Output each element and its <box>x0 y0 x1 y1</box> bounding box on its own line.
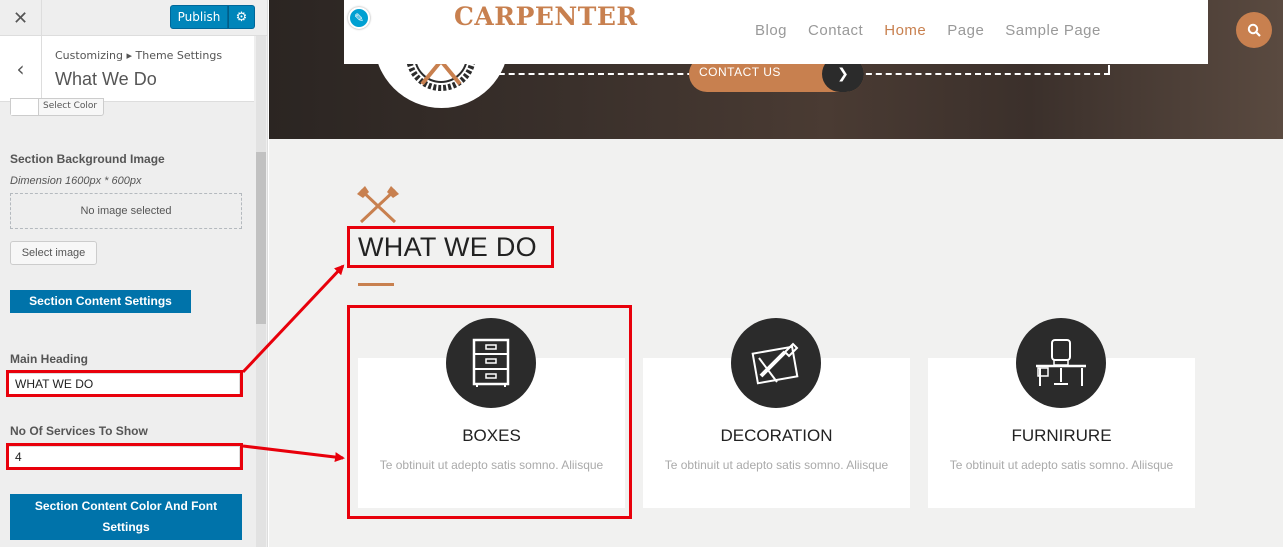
services-count-input[interactable] <box>8 446 240 468</box>
content-settings-button[interactable]: Section Content Settings <box>10 290 191 313</box>
heading-underline <box>358 283 394 286</box>
site-logo-text[interactable]: CARPENTER <box>454 2 638 31</box>
bg-image-dimension: Dimension 1600px * 600px <box>10 175 142 187</box>
nav-item-contact[interactable]: Contact <box>808 22 863 39</box>
main-heading-label: Main Heading <box>10 352 89 366</box>
panel-header: ‹ Customizing ▸ Theme Settings What We D… <box>0 36 254 102</box>
search-icon[interactable] <box>1236 12 1272 48</box>
service-title: BOXES <box>462 426 521 445</box>
site-header: CARPENTER Blog Contact Home Page Sample … <box>344 0 1272 64</box>
main-nav: Blog Contact Home Page Sample Page <box>755 22 1122 39</box>
drawers-icon <box>446 318 536 408</box>
crossed-axes-icon <box>357 186 399 224</box>
breadcrumb: Customizing ▸ Theme Settings <box>55 49 223 62</box>
color-font-settings-button[interactable]: Section Content Color And Font Settings <box>10 494 242 540</box>
scrollbar-thumb[interactable] <box>256 152 266 324</box>
no-image-placeholder: No image selected <box>10 193 242 229</box>
edit-pencil-icon[interactable]: ✎ <box>348 7 370 29</box>
service-title: FURNIRURE <box>1011 426 1112 445</box>
main-heading-input[interactable] <box>8 373 240 395</box>
back-chevron-icon[interactable]: ‹ <box>0 36 42 102</box>
chair-desk-icon <box>1016 318 1106 408</box>
nav-item-page[interactable]: Page <box>947 22 984 39</box>
nav-item-blog[interactable]: Blog <box>755 22 787 39</box>
nav-item-sample-page[interactable]: Sample Page <box>1005 22 1101 39</box>
services-count-label: No Of Services To Show <box>10 424 148 438</box>
panel-title: What We Do <box>55 69 157 89</box>
service-description: Te obtinuit ut adepto satis somno. Aliis… <box>664 458 889 472</box>
customizer-header-bar: ✕ Publish ⚙ <box>0 0 267 36</box>
contact-us-label: CONTACT US <box>699 65 781 79</box>
bg-image-label: Section Background Image <box>10 152 165 166</box>
close-icon[interactable]: ✕ <box>0 0 42 36</box>
gear-icon[interactable]: ⚙ <box>228 5 255 29</box>
service-description: Te obtinuit ut adepto satis somno. Aliis… <box>949 458 1174 472</box>
select-color-label: Select Color <box>43 101 98 111</box>
select-color-button[interactable]: Select Color <box>10 98 104 116</box>
section-heading: WHAT WE DO <box>358 232 537 262</box>
select-image-button[interactable]: Select image <box>10 241 97 265</box>
customizer-sidebar: ✕ Publish ⚙ ‹ Customizing ▸ Theme Settin… <box>0 0 268 547</box>
nav-item-home[interactable]: Home <box>884 22 926 39</box>
service-description: Te obtinuit ut adepto satis somno. Aliis… <box>379 458 604 472</box>
ruler-pencil-icon <box>731 318 821 408</box>
publish-button[interactable]: Publish <box>170 5 228 29</box>
color-swatch <box>11 99 39 115</box>
service-title: DECORATION <box>720 426 833 445</box>
site-preview: CONTACT US ❯ CARPENTER Blog Contact Home… <box>269 0 1283 547</box>
